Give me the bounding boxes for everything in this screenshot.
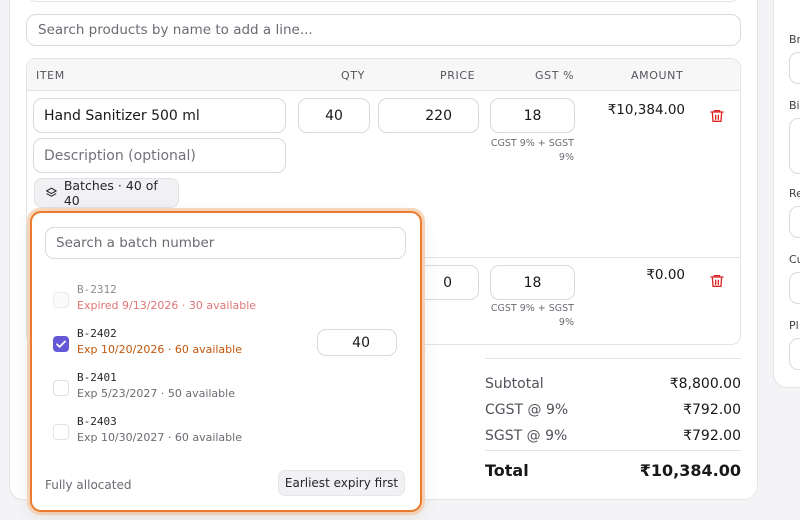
batch-code: B-2312 [77, 283, 117, 296]
trash-icon[interactable] [709, 108, 725, 124]
side-field[interactable] [789, 118, 800, 174]
side-field[interactable] [789, 52, 800, 84]
cgst-row: CGST @ 9% ₹792.00 [485, 402, 741, 418]
gst-split-note: CGST 9% + SGST 9% [484, 302, 574, 330]
totals-panel: Subtotal ₹8,800.00 CGST @ 9% ₹792.00 SGS… [485, 358, 741, 480]
batch-checkbox[interactable] [53, 424, 69, 440]
side-label: Pl [789, 319, 799, 332]
subtotal-label: Subtotal [485, 376, 544, 392]
side-label: Br [789, 33, 800, 46]
batch-option[interactable]: B-2401 Exp 5/23/2027 · 50 available [52, 371, 402, 411]
side-field[interactable] [789, 206, 800, 238]
check-icon [56, 340, 66, 348]
side-field[interactable] [789, 338, 800, 370]
header-item: ITEM [36, 69, 65, 82]
total-value: ₹10,384.00 [639, 461, 741, 480]
gst-field[interactable]: 18 [490, 98, 575, 133]
batch-option[interactable]: B-2402 Exp 10/20/2026 · 60 available 40 [52, 327, 402, 367]
table-header: ITEM QTY PRICE GST % AMOUNT [27, 59, 740, 91]
batch-search-input[interactable] [45, 227, 406, 259]
gst-note-line: 9% [558, 152, 574, 163]
subtotal-value: ₹8,800.00 [669, 376, 741, 392]
batch-checkbox[interactable] [53, 380, 69, 396]
earliest-expiry-button[interactable]: Earliest expiry first [278, 470, 405, 496]
batches-button[interactable]: Batches · 40 of 40 [34, 178, 179, 208]
header-price: PRICE [440, 69, 476, 82]
batches-label: Batches · 40 of 40 [63, 178, 158, 208]
side-label: Cu [789, 253, 800, 266]
batch-meta: Expired 9/13/2026 · 30 available [77, 299, 257, 312]
batch-code: B-2401 [77, 371, 117, 384]
gst-note-line: CGST 9% + SGST [490, 138, 574, 149]
batch-option[interactable]: B-2403 Exp 10/30/2027 · 60 available [52, 415, 402, 455]
totals-divider [485, 358, 741, 359]
gst-split-note: CGST 9% + SGST 9% [484, 137, 574, 165]
line-amount: ₹0.00 [646, 267, 685, 283]
qty-field[interactable]: 40 [298, 98, 370, 133]
previous-section-edge [26, 0, 740, 2]
batch-meta: Exp 5/23/2027 · 50 available [77, 387, 235, 400]
batch-option[interactable]: B-2312 Expired 9/13/2026 · 30 available [52, 283, 402, 323]
sgst-value: ₹792.00 [683, 428, 741, 444]
header-qty: QTY [341, 69, 365, 82]
batch-allocation-popover: B-2312 Expired 9/13/2026 · 30 available … [30, 211, 422, 512]
allocation-status: Fully allocated [45, 478, 132, 492]
total-row: Total ₹10,384.00 [485, 461, 741, 480]
cgst-label: CGST @ 9% [485, 402, 569, 418]
batch-qty-input[interactable]: 40 [317, 329, 397, 356]
sgst-label: SGST @ 9% [485, 428, 568, 444]
side-field[interactable] [789, 272, 800, 304]
subtotal-row: Subtotal ₹8,800.00 [485, 376, 741, 392]
cgst-value: ₹792.00 [683, 402, 741, 418]
item-name-field[interactable]: Hand Sanitizer 500 ml [33, 98, 286, 133]
batch-checkbox[interactable] [53, 336, 69, 352]
gst-note-line: 9% [558, 317, 574, 328]
layers-icon [46, 187, 57, 197]
batch-checkbox[interactable] [53, 292, 69, 308]
line-amount: ₹10,384.00 [607, 102, 685, 118]
side-label: Bi [789, 99, 800, 112]
header-gst: GST % [535, 69, 575, 82]
total-label: Total [485, 461, 529, 480]
invoice-editor: ITEM QTY PRICE GST % AMOUNT Hand Sanitiz… [0, 0, 800, 520]
side-label: Re [789, 187, 800, 200]
batch-meta: Exp 10/30/2027 · 60 available [77, 431, 242, 444]
trash-icon[interactable] [709, 273, 725, 289]
description-field[interactable]: Description (optional) [33, 138, 286, 173]
gst-field[interactable]: 18 [490, 265, 575, 300]
batch-meta: Exp 10/20/2026 · 60 available [77, 343, 242, 356]
batch-code: B-2402 [77, 327, 117, 340]
product-search-input[interactable] [26, 14, 741, 46]
batch-code: B-2403 [77, 415, 117, 428]
totals-divider [485, 450, 741, 451]
gst-note-line: CGST 9% + SGST [490, 303, 574, 314]
price-field[interactable]: 220 [378, 98, 479, 133]
sgst-row: SGST @ 9% ₹792.00 [485, 428, 741, 444]
header-amount: AMOUNT [631, 69, 684, 82]
